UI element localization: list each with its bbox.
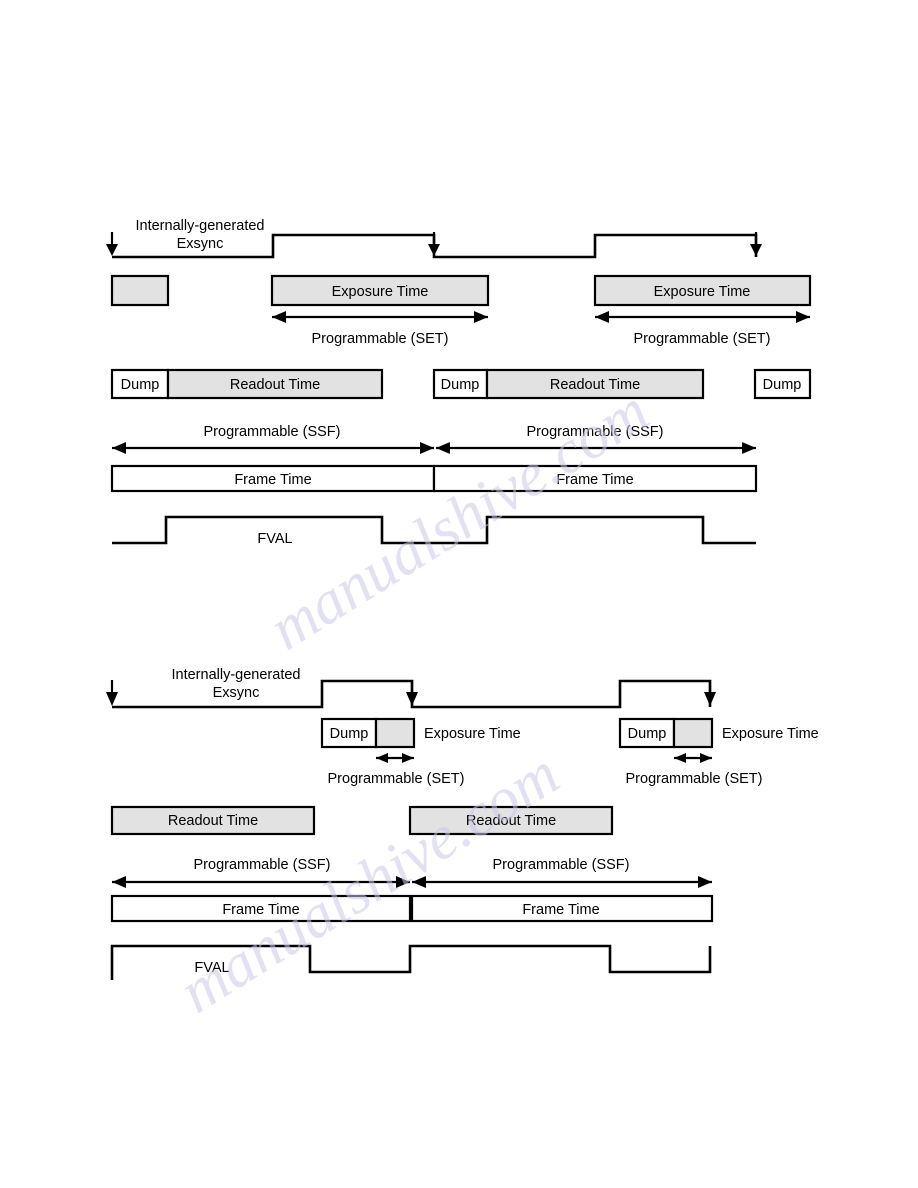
dump-label: Dump	[121, 377, 160, 393]
watermark-overlay: manualshive.com manualshive.com	[168, 377, 660, 1027]
exsync-label-line2: Exsync	[213, 685, 260, 701]
ssf-arrow-label: Programmable (SSF)	[527, 424, 664, 440]
ssf-arrow-head-left	[436, 442, 450, 454]
set-arrow-label: Programmable (SET)	[626, 771, 763, 787]
exposure-stub-box	[672, 717, 714, 749]
exsync-arrow-head	[106, 692, 118, 706]
exposure-partial-box	[110, 274, 170, 307]
readout-time-label: Readout Time	[230, 377, 320, 393]
frame-time-label: Frame Time	[556, 472, 633, 488]
set-arrow-label: Programmable (SET)	[328, 771, 465, 787]
set-arrow-head-left	[674, 753, 686, 763]
ssf-arrow-row: Programmable (SSF) Programmable (SSF)	[112, 424, 756, 454]
dump-label: Dump	[441, 377, 480, 393]
ssf-arrow-head-left	[112, 442, 126, 454]
set-arrow-head-right	[402, 753, 414, 763]
dump-label: Dump	[330, 726, 369, 742]
frame-time-row: Frame Time Frame Time	[110, 464, 758, 493]
exposure-time-label: Exposure Time	[722, 726, 819, 742]
exsync-label-line1: Internally-generated	[172, 667, 301, 683]
dump-label: Dump	[628, 726, 667, 742]
ssf-arrow-label: Programmable (SSF)	[194, 857, 331, 873]
set-arrow-label: Programmable (SET)	[312, 331, 449, 347]
exsync-label-line1: Internally-generated	[136, 218, 265, 234]
exposure-stub-box	[374, 717, 416, 749]
dump-exposure-row: Dump Exposure Time Dump Exposure Time	[320, 717, 819, 749]
set-arrow-row: Programmable (SET) Programmable (SET)	[328, 753, 763, 787]
set-arrow-label: Programmable (SET)	[634, 331, 771, 347]
ssf-arrow-head-left	[112, 876, 126, 888]
frame-time-label: Frame Time	[222, 902, 299, 918]
fval-waveform: FVAL	[110, 944, 712, 980]
ssf-arrow-label: Programmable (SSF)	[204, 424, 341, 440]
frame-time-label: Frame Time	[234, 472, 311, 488]
set-arrow-row: Programmable (SET) Programmable (SET)	[272, 311, 810, 347]
exsync-arrow-head	[406, 692, 418, 706]
ssf-arrow-label: Programmable (SSF)	[493, 857, 630, 873]
fval-label: FVAL	[194, 960, 229, 976]
document-page: Internally-generated Exsync Exposure Tim…	[0, 0, 918, 1188]
set-arrow-head-right	[796, 311, 810, 323]
fval-label: FVAL	[257, 531, 292, 547]
exsync-label-line2: Exsync	[177, 236, 224, 252]
readout-time-label: Readout Time	[550, 377, 640, 393]
exposure-time-label: Exposure Time	[332, 284, 429, 300]
exposure-time-row: Exposure Time Exposure Time	[110, 274, 812, 307]
ssf-arrow-row: Programmable (SSF) Programmable (SSF)	[112, 857, 712, 888]
exposure-time-label: Exposure Time	[424, 726, 521, 742]
exsync-waveform	[106, 679, 716, 709]
ssf-arrow-head-right	[396, 876, 410, 888]
exsync-arrow-head	[704, 692, 716, 706]
timing-diagram-dump-then-exposure: Internally-generated Exsync Dump Exposur…	[106, 667, 819, 980]
set-arrow-head-left	[376, 753, 388, 763]
frame-time-label: Frame Time	[522, 902, 599, 918]
exsync-arrow-head	[750, 244, 762, 256]
ssf-arrow-head-left	[412, 876, 426, 888]
ssf-arrow-head-right	[698, 876, 712, 888]
exsync-arrow-head	[428, 244, 440, 256]
dump-readout-row: Dump Readout Time Dump Readout Time Dump	[110, 368, 812, 400]
ssf-arrow-head-right	[742, 442, 756, 454]
exposure-time-label: Exposure Time	[654, 284, 751, 300]
set-arrow-head-left	[595, 311, 609, 323]
timing-diagram-exposure-after-exsync: Internally-generated Exsync Exposure Tim…	[106, 218, 812, 547]
frame-time-row: Frame Time Frame Time	[110, 894, 714, 923]
set-arrow-head-right	[474, 311, 488, 323]
exsync-arrow-head	[106, 244, 118, 256]
readout-time-row: Readout Time Readout Time	[110, 805, 614, 836]
fval-waveform: FVAL	[112, 515, 756, 547]
ssf-arrow-head-right	[420, 442, 434, 454]
readout-time-label: Readout Time	[466, 813, 556, 829]
readout-time-label: Readout Time	[168, 813, 258, 829]
set-arrow-head-right	[700, 753, 712, 763]
dump-label: Dump	[763, 377, 802, 393]
set-arrow-head-left	[272, 311, 286, 323]
